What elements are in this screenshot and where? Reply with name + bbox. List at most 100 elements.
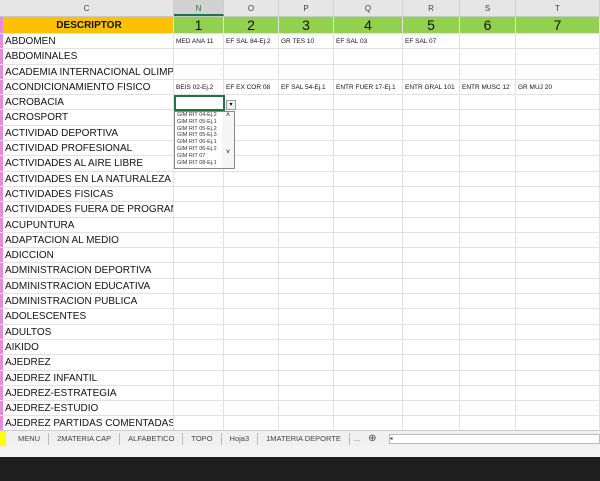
cell[interactable] (516, 186, 600, 202)
cell[interactable] (403, 324, 460, 339)
active-cell[interactable] (174, 95, 225, 111)
cell[interactable] (224, 49, 279, 64)
cell[interactable] (279, 186, 334, 202)
cell[interactable] (224, 370, 279, 385)
dropdown-option[interactable]: GIM RIT 05-Ej.3 (175, 132, 223, 139)
cell[interactable] (174, 263, 224, 278)
cell[interactable] (403, 171, 460, 186)
descriptor-cell[interactable]: ACROSPORT (0, 110, 174, 125)
cell[interactable] (516, 309, 600, 324)
cell[interactable] (224, 416, 279, 430)
dropdown-option[interactable]: GIM RIT 06-Ej.1 (175, 139, 223, 146)
cell[interactable] (224, 294, 279, 309)
cell[interactable] (174, 309, 224, 324)
cell[interactable] (174, 294, 224, 309)
cell[interactable] (460, 156, 516, 171)
cell[interactable] (279, 385, 334, 401)
cell[interactable] (460, 339, 516, 355)
header-cell[interactable]: 5 (403, 17, 460, 33)
cell[interactable] (516, 370, 600, 385)
column-header-T[interactable]: T (516, 0, 600, 16)
header-cell[interactable]: 3 (279, 17, 334, 33)
cell[interactable] (174, 401, 224, 416)
cell[interactable] (516, 49, 600, 64)
cell[interactable] (174, 248, 224, 263)
descriptor-cell[interactable]: AJEDREZ PARTIDAS COMENTADAS (0, 416, 174, 430)
cell[interactable] (174, 370, 224, 385)
descriptor-cell[interactable]: ADOLESCENTES (0, 309, 174, 324)
cell[interactable] (279, 64, 334, 79)
dropdown-scrollbar[interactable]: ˄ ˅ (222, 112, 234, 168)
cell[interactable] (516, 416, 600, 430)
cell[interactable] (460, 370, 516, 385)
column-header-R[interactable]: R (403, 0, 460, 16)
cell[interactable]: GR TES 10 (279, 34, 334, 49)
cell[interactable] (334, 232, 403, 248)
dropdown-arrow-button[interactable]: ▾ (226, 100, 236, 110)
cell[interactable]: MED ANA 11 (174, 34, 224, 49)
cell[interactable] (334, 141, 403, 156)
cell[interactable] (460, 248, 516, 263)
cell[interactable] (460, 294, 516, 309)
cell[interactable] (403, 355, 460, 370)
cell[interactable] (516, 171, 600, 186)
cell[interactable] (224, 186, 279, 202)
column-header-C[interactable]: C (0, 0, 174, 16)
cell[interactable]: BEIS 02-Ej.2 (174, 79, 224, 95)
cell[interactable] (279, 141, 334, 156)
cell[interactable] (403, 95, 460, 110)
cell[interactable] (460, 202, 516, 217)
cell[interactable] (460, 232, 516, 248)
cell[interactable] (403, 248, 460, 263)
cell[interactable] (224, 171, 279, 186)
cell[interactable] (403, 263, 460, 278)
cell[interactable] (279, 125, 334, 141)
column-header-N[interactable]: N (174, 0, 224, 16)
cell[interactable] (516, 232, 600, 248)
cell[interactable] (334, 294, 403, 309)
validation-dropdown-list[interactable]: ˄ ˅ GIM RIT 04-Ej.2 GIM RIT 05-Ej.1 GIM RIT… (174, 111, 235, 169)
descriptor-cell[interactable]: ADULTOS (0, 324, 174, 339)
column-header-S[interactable]: S (460, 0, 516, 16)
cell[interactable] (460, 416, 516, 430)
more-tabs-button[interactable]: ... (350, 434, 364, 443)
cell[interactable] (460, 34, 516, 49)
descriptor-cell[interactable]: ADMINISTRACION DEPORTIVA (0, 263, 174, 278)
cell[interactable] (279, 278, 334, 294)
cell[interactable] (279, 110, 334, 125)
cell[interactable]: EF EX COR 08 (224, 79, 279, 95)
cell[interactable] (516, 248, 600, 263)
descriptor-cell[interactable]: ABDOMINALES (0, 49, 174, 64)
descriptor-cell[interactable]: ADAPTACION AL MEDIO (0, 232, 174, 248)
cell[interactable] (279, 355, 334, 370)
cell[interactable] (403, 186, 460, 202)
dropdown-option[interactable]: GIM RIT 06-Ej.2 (175, 146, 223, 153)
cell[interactable] (174, 202, 224, 217)
cell[interactable] (279, 339, 334, 355)
cell[interactable] (516, 34, 600, 49)
cell[interactable] (460, 171, 516, 186)
cell[interactable] (403, 202, 460, 217)
cell[interactable] (460, 401, 516, 416)
cell[interactable] (460, 278, 516, 294)
dropdown-option[interactable]: GIM RIT 05-Ej.1 (175, 119, 223, 126)
cell[interactable] (460, 110, 516, 125)
cell[interactable] (516, 110, 600, 125)
descriptor-cell[interactable]: ADICCION (0, 248, 174, 263)
cell[interactable] (174, 232, 224, 248)
sheet-tab[interactable]: 2MATERIA CAP (49, 432, 121, 445)
column-header-O[interactable]: O (224, 0, 279, 16)
dropdown-option[interactable]: GIM RIT 07 (175, 153, 223, 160)
dropdown-option[interactable]: GIM RIT 04-Ej.2 (175, 112, 223, 119)
cell[interactable]: ENTR MUSC 12 (460, 79, 516, 95)
cell[interactable] (403, 385, 460, 401)
descriptor-cell[interactable]: ACONDICIONAMIENTO FISICO (0, 79, 174, 95)
cell[interactable] (224, 263, 279, 278)
cell[interactable] (460, 324, 516, 339)
header-cell[interactable]: DESCRIPTOR (0, 17, 174, 33)
cell[interactable] (174, 355, 224, 370)
cell[interactable] (460, 95, 516, 110)
cell[interactable] (279, 95, 334, 110)
descriptor-cell[interactable]: ACTIVIDADES EN LA NATURALEZA (0, 171, 174, 186)
descriptor-cell[interactable]: AIKIDO (0, 339, 174, 355)
